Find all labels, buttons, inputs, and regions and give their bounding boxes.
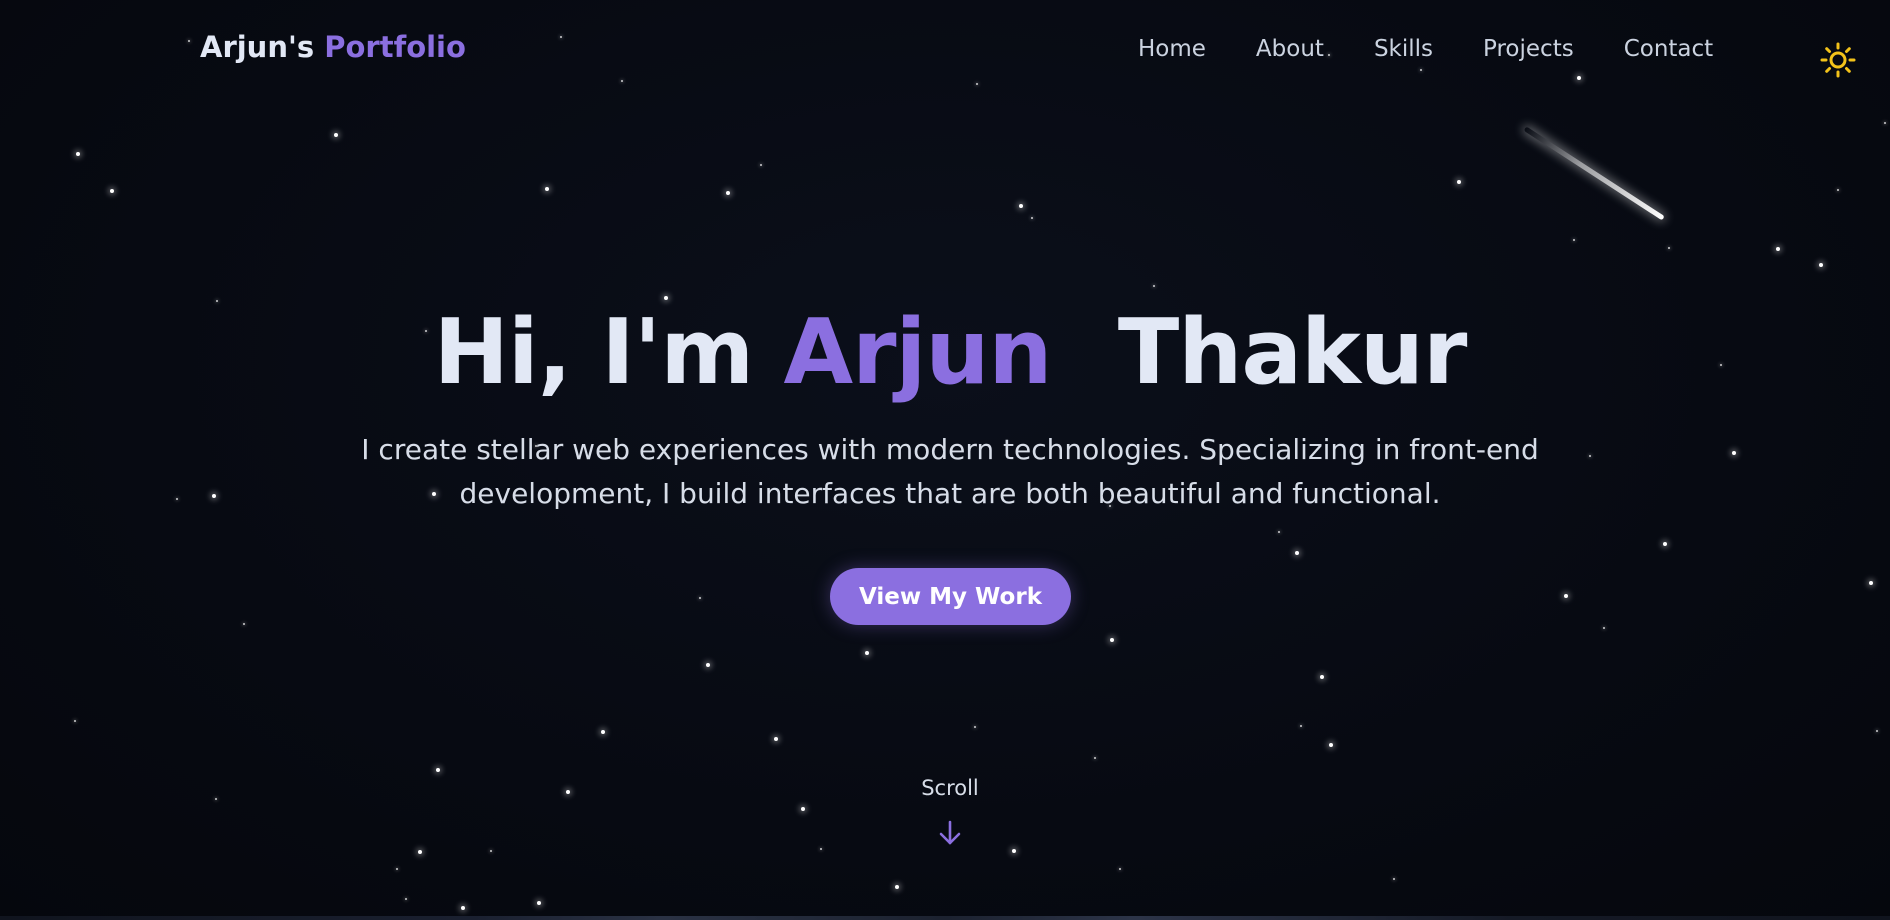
- star-dot: [1110, 638, 1114, 642]
- hero-title-prefix: Hi, I'm: [433, 300, 755, 405]
- star-dot: [1573, 239, 1575, 241]
- logo-name: Arjun's: [200, 30, 315, 64]
- shooting-star: [1523, 126, 1665, 221]
- nav-link-projects[interactable]: Projects: [1483, 36, 1574, 62]
- hero-title: Hi, I'm Arjun Thakur: [0, 300, 1890, 405]
- star-dot: [820, 848, 822, 850]
- site-logo[interactable]: Arjun's Portfolio: [200, 30, 466, 64]
- star-dot: [1876, 730, 1878, 732]
- main-nav: Home About Skills Projects Contact: [1138, 36, 1713, 62]
- star-dot: [1564, 594, 1568, 598]
- next-section-edge: [0, 916, 1890, 920]
- star-dot: [1295, 551, 1299, 555]
- star-dot: [334, 133, 338, 137]
- star-dot: [865, 651, 869, 655]
- hero-subtitle: I create stellar web experiences with mo…: [361, 433, 1539, 510]
- hero-title-suffix: Thakur: [1117, 300, 1468, 405]
- star-dot: [1668, 247, 1670, 249]
- star-dot: [436, 768, 440, 772]
- theme-toggle-button[interactable]: [1820, 42, 1856, 78]
- star-dot: [1393, 878, 1395, 880]
- star-dot: [537, 901, 541, 905]
- star-dot: [601, 730, 605, 734]
- star-dot: [1300, 725, 1302, 727]
- nav-link-home[interactable]: Home: [1138, 36, 1206, 62]
- nav-link-skills[interactable]: Skills: [1374, 36, 1433, 62]
- nav-link-about[interactable]: About: [1256, 36, 1324, 62]
- nav-link-contact[interactable]: Contact: [1624, 36, 1713, 62]
- star-dot: [461, 906, 465, 910]
- star-dot: [243, 623, 245, 625]
- star-dot: [74, 720, 76, 722]
- star-dot: [76, 152, 80, 156]
- star-dot: [1819, 263, 1823, 267]
- sun-icon: [1820, 42, 1856, 78]
- star-dot: [418, 850, 422, 854]
- star-dot: [1094, 757, 1096, 759]
- star-dot: [1457, 180, 1461, 184]
- star-dot: [212, 494, 216, 498]
- star-dot: [1012, 849, 1016, 853]
- star-dot: [396, 868, 398, 870]
- star-dot: [1589, 455, 1591, 457]
- star-dot: [1019, 204, 1023, 208]
- star-dot: [1869, 581, 1873, 585]
- star-dot: [706, 663, 710, 667]
- star-dot: [1153, 285, 1155, 287]
- hero-title-accent: Arjun: [783, 300, 1052, 405]
- star-dot: [1837, 189, 1839, 191]
- star-dot: [176, 498, 178, 500]
- star-dot: [110, 189, 114, 193]
- star-dot: [760, 164, 762, 166]
- star-dot: [1884, 122, 1886, 124]
- star-dot: [1278, 531, 1280, 533]
- star-dot: [1320, 675, 1324, 679]
- star-dot: [1329, 743, 1333, 747]
- star-dot: [1603, 627, 1605, 629]
- scroll-indicator-label[interactable]: Scroll: [0, 776, 1890, 800]
- star-dot: [801, 807, 805, 811]
- site-header: Arjun's Portfolio Home About Skills Proj…: [0, 0, 1890, 100]
- star-dot: [895, 885, 899, 889]
- star-dot: [974, 726, 976, 728]
- star-dot: [1732, 451, 1736, 455]
- star-dot: [1119, 868, 1121, 870]
- star-dot: [1663, 542, 1667, 546]
- star-dot: [405, 898, 407, 900]
- star-dot: [1776, 247, 1780, 251]
- star-dot: [699, 597, 701, 599]
- star-dot: [1031, 217, 1033, 219]
- star-dot: [726, 191, 730, 195]
- portfolio-page: Arjun's Portfolio Home About Skills Proj…: [0, 0, 1890, 920]
- arrow-down-icon[interactable]: [938, 820, 962, 846]
- logo-accent: Portfolio: [324, 30, 466, 64]
- star-dot: [490, 850, 492, 852]
- view-my-work-button[interactable]: View My Work: [830, 568, 1071, 625]
- star-dot: [545, 187, 549, 191]
- star-dot: [774, 737, 778, 741]
